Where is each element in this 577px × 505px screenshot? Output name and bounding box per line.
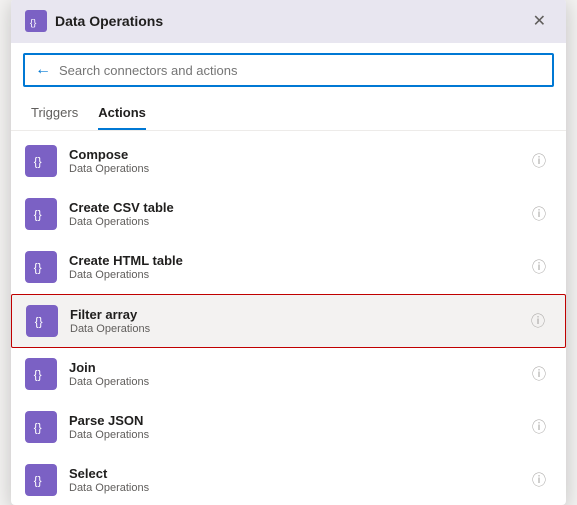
join-name: Join (69, 360, 526, 375)
select-info-icon[interactable]: ⓘ (526, 468, 552, 492)
back-arrow-icon[interactable]: ← (35, 61, 51, 79)
compose-icon: {} (25, 145, 57, 177)
search-input[interactable] (59, 63, 542, 78)
svg-text:{}: {} (34, 156, 42, 169)
list-item-create-csv[interactable]: {} Create CSV table Data Operations ⓘ (11, 188, 566, 241)
svg-text:{}: {} (34, 209, 42, 222)
join-icon: {} (25, 358, 57, 390)
create-html-icon: {} (25, 251, 57, 283)
join-info-icon[interactable]: ⓘ (526, 362, 552, 386)
list-item-select[interactable]: {} Select Data Operations ⓘ (11, 454, 566, 505)
create-html-text: Create HTML table Data Operations (69, 253, 526, 281)
list-item-parse-json[interactable]: {} Parse JSON Data Operations ⓘ (11, 401, 566, 454)
svg-text:{}: {} (34, 422, 42, 435)
dialog-title: Data Operations (55, 13, 163, 29)
svg-text:{}: {} (35, 316, 43, 329)
compose-sub: Data Operations (69, 163, 526, 175)
compose-name: Compose (69, 147, 526, 162)
data-operations-dialog: {} Data Operations ✕ ← Triggers Actions … (11, 0, 566, 505)
filter-array-info-icon[interactable]: ⓘ (525, 309, 551, 333)
tabs-bar: Triggers Actions (11, 97, 566, 131)
svg-text:{}: {} (30, 17, 37, 28)
close-button[interactable]: ✕ (527, 9, 552, 33)
filter-array-sub: Data Operations (70, 323, 525, 335)
svg-text:{}: {} (34, 262, 42, 275)
create-csv-sub: Data Operations (69, 216, 526, 228)
create-csv-icon: {} (25, 198, 57, 230)
compose-info-icon[interactable]: ⓘ (526, 149, 552, 173)
join-sub: Data Operations (69, 376, 526, 388)
compose-text: Compose Data Operations (69, 147, 526, 175)
parse-json-icon: {} (25, 411, 57, 443)
select-icon: {} (25, 464, 57, 496)
list-item-compose[interactable]: {} Compose Data Operations ⓘ (11, 135, 566, 188)
select-sub: Data Operations (69, 482, 526, 494)
actions-list: {} Compose Data Operations ⓘ {} Create C… (11, 135, 566, 505)
data-ops-icon: {} (29, 14, 43, 28)
list-item-join[interactable]: {} Join Data Operations ⓘ (11, 348, 566, 401)
header-left: {} Data Operations (25, 10, 163, 32)
list-item-filter-array[interactable]: {} Filter array Data Operations ⓘ (11, 294, 566, 348)
tab-actions[interactable]: Actions (98, 97, 146, 130)
parse-json-text: Parse JSON Data Operations (69, 413, 526, 441)
join-text: Join Data Operations (69, 360, 526, 388)
create-csv-info-icon[interactable]: ⓘ (526, 202, 552, 226)
select-name: Select (69, 466, 526, 481)
create-html-sub: Data Operations (69, 269, 526, 281)
dialog-header: {} Data Operations ✕ (11, 0, 566, 43)
create-csv-text: Create CSV table Data Operations (69, 200, 526, 228)
list-item-create-html[interactable]: {} Create HTML table Data Operations ⓘ (11, 241, 566, 294)
select-text: Select Data Operations (69, 466, 526, 494)
create-html-info-icon[interactable]: ⓘ (526, 255, 552, 279)
parse-json-info-icon[interactable]: ⓘ (526, 415, 552, 439)
tab-triggers[interactable]: Triggers (31, 97, 78, 130)
create-csv-name: Create CSV table (69, 200, 526, 215)
dialog-header-icon: {} (25, 10, 47, 32)
parse-json-sub: Data Operations (69, 429, 526, 441)
svg-text:{}: {} (34, 369, 42, 382)
create-html-name: Create HTML table (69, 253, 526, 268)
filter-array-name: Filter array (70, 307, 525, 322)
parse-json-name: Parse JSON (69, 413, 526, 428)
svg-text:{}: {} (34, 475, 42, 488)
search-bar: ← (23, 53, 554, 87)
filter-array-icon: {} (26, 305, 58, 337)
filter-array-text: Filter array Data Operations (70, 307, 525, 335)
